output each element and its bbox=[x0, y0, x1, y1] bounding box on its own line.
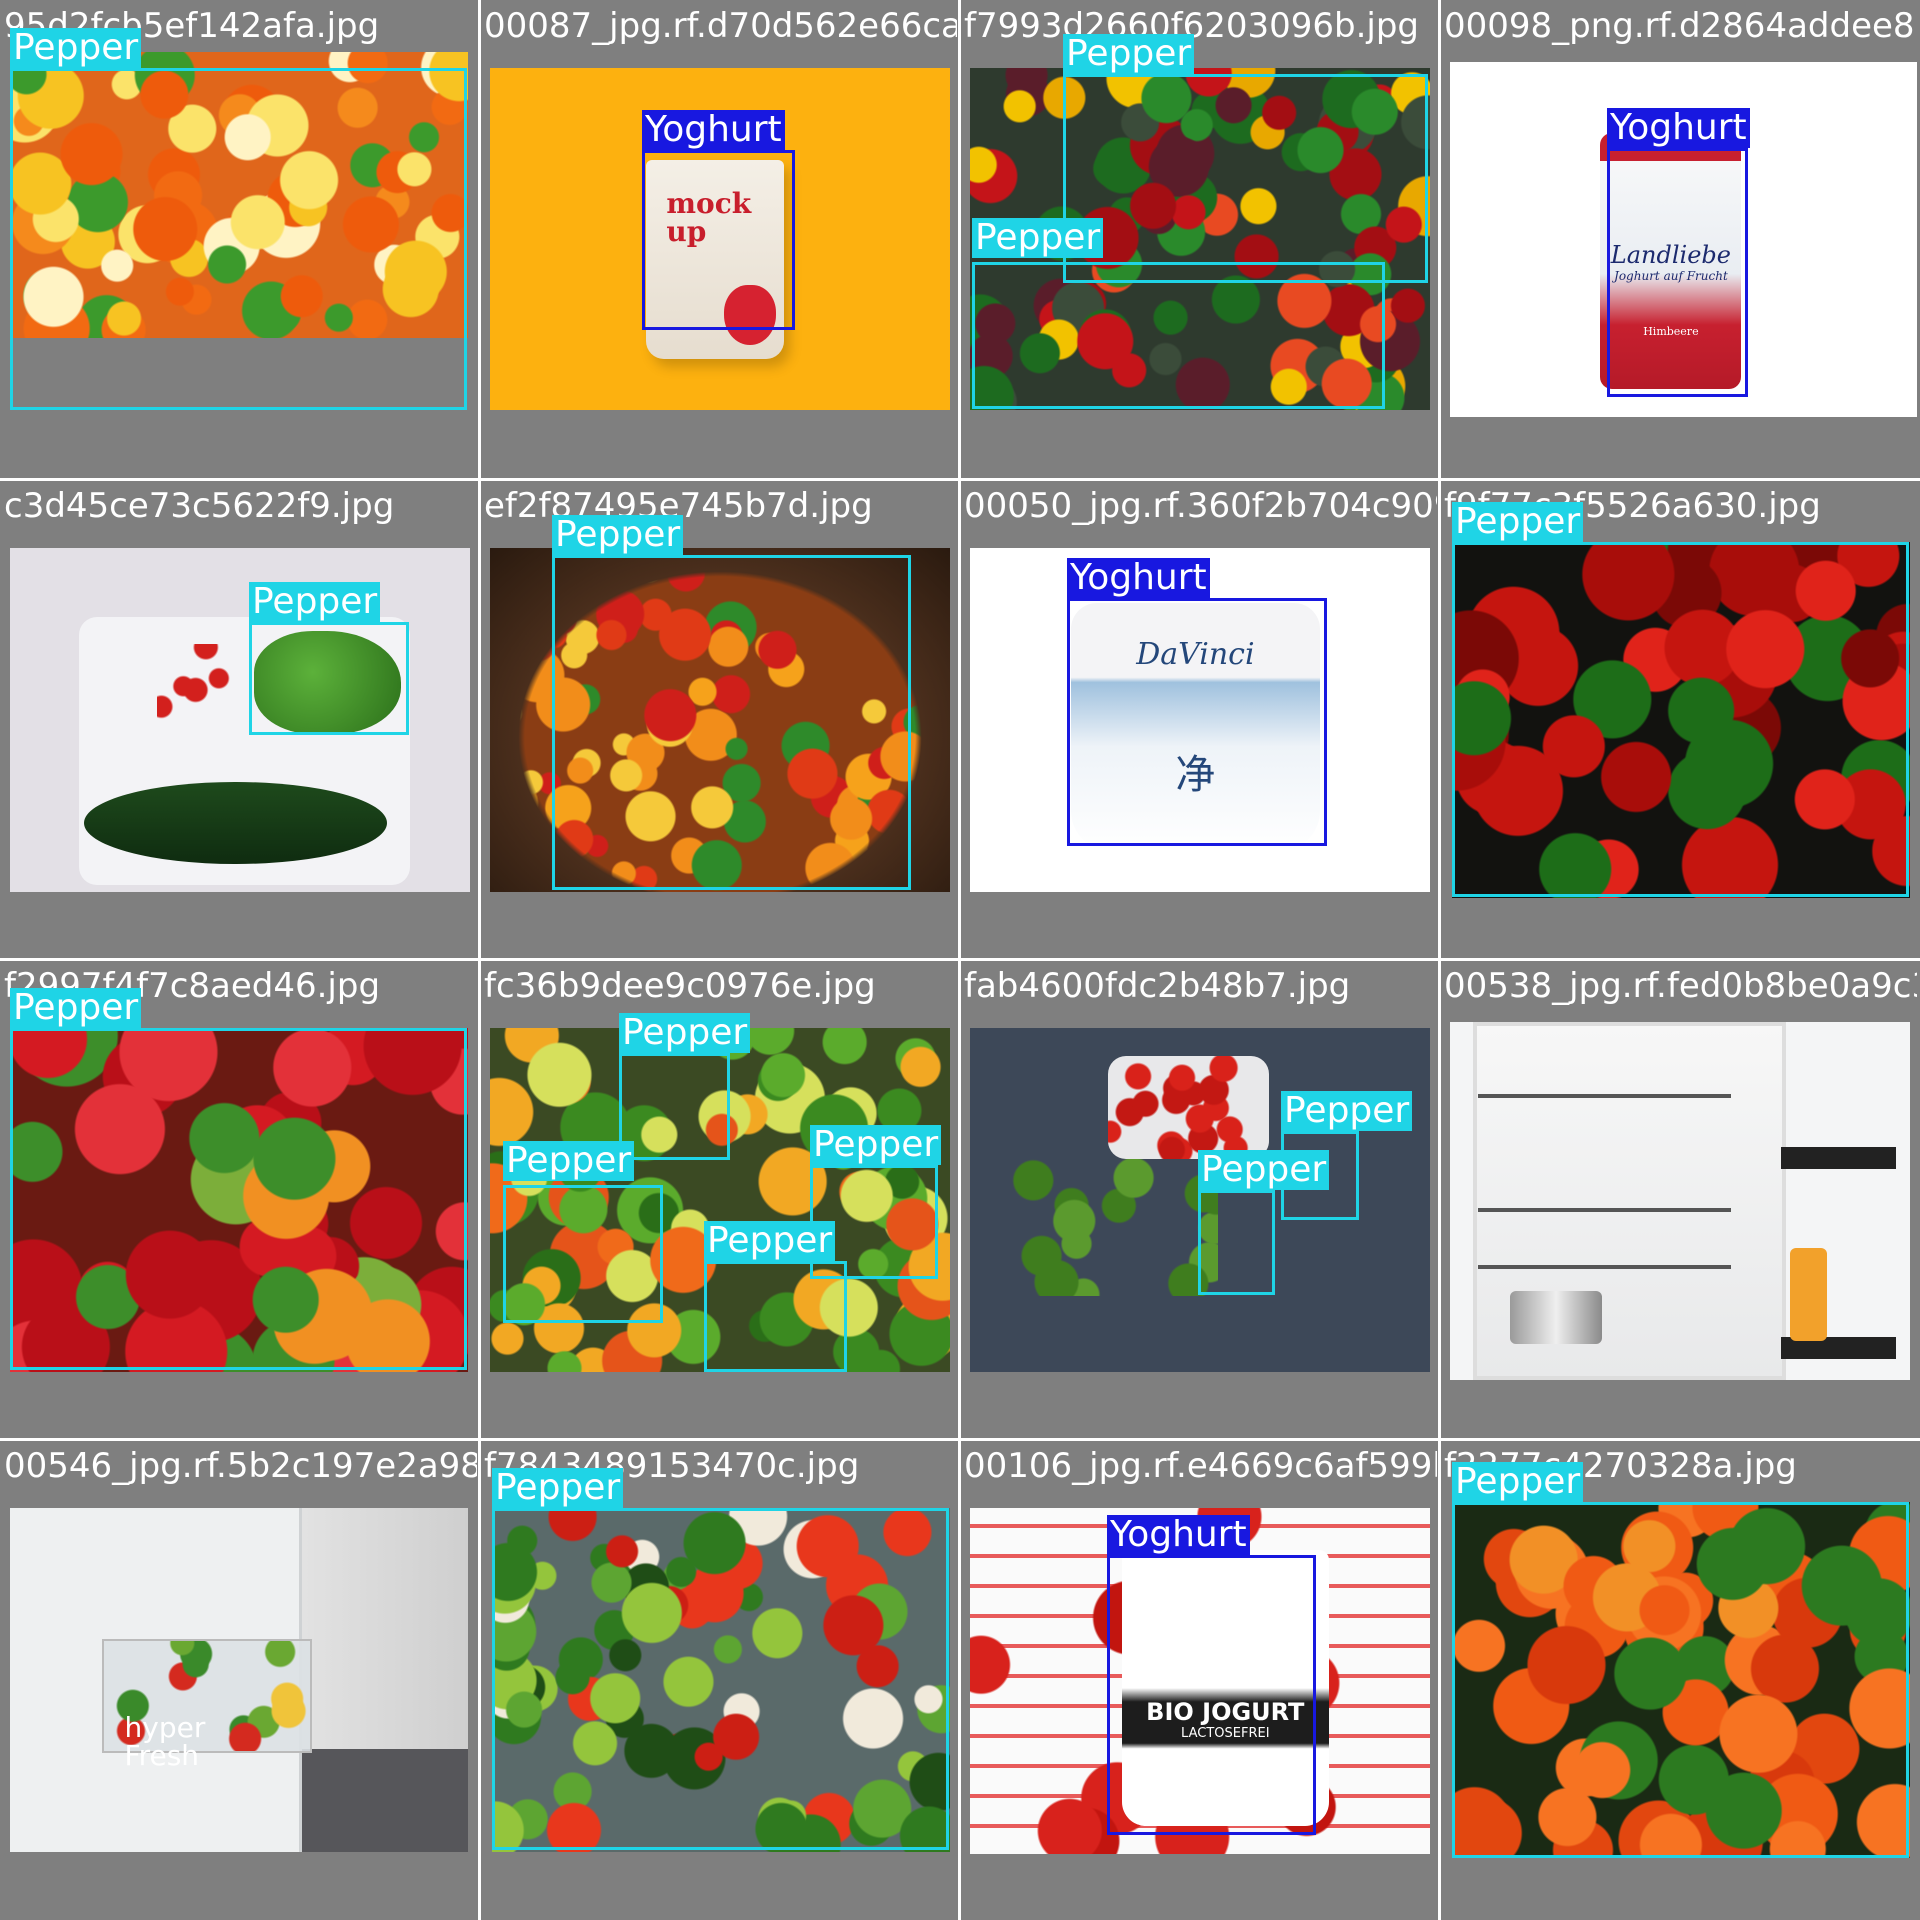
detection-label: Yoghurt bbox=[1607, 108, 1750, 148]
tile-filename: 00087_jpg.rf.d70d562e66ca bbox=[484, 6, 957, 46]
tomatoes bbox=[157, 644, 240, 731]
bounding-box bbox=[503, 1185, 663, 1323]
bounding-box bbox=[1063, 74, 1428, 283]
grid-divider bbox=[0, 958, 1920, 961]
detection-label: Pepper bbox=[1063, 34, 1195, 74]
detection-label: Pepper bbox=[492, 1468, 624, 1508]
mosaic-tile: f2277c4270328a.jpg Pepper bbox=[1440, 1440, 1917, 1917]
tile-filename: c3d45ce73c5622f9.jpg bbox=[4, 486, 395, 526]
grid-divider bbox=[0, 478, 1920, 481]
bounding-box bbox=[619, 1053, 730, 1160]
tile-photo: hyper Fresh bbox=[10, 1508, 468, 1852]
detection-label: Pepper bbox=[619, 1013, 751, 1053]
shelf bbox=[1477, 1208, 1731, 1213]
detection-label: Pepper bbox=[1452, 1462, 1584, 1502]
mosaic-tile: fc36b9dee9c0976e.jpg Pepper Pepper Pepper Pe… bbox=[480, 960, 957, 1437]
tile-filename: 00538_jpg.rf.fed0b8be0a9c3 bbox=[1444, 966, 1917, 1006]
bounding-box bbox=[1452, 542, 1909, 897]
bounding-box bbox=[552, 555, 911, 890]
drawer-text: hyper Fresh bbox=[124, 1711, 206, 1773]
mosaic-tile: Landliebe Joghurt auf Frucht Himbeere 000… bbox=[1440, 0, 1917, 477]
detection-label: Pepper bbox=[1452, 502, 1584, 542]
green-chilis bbox=[988, 1158, 1219, 1297]
mosaic-tile: mock up 00087_jpg.rf.d70d562e66ca Yoghurt bbox=[480, 0, 957, 477]
bounding-box bbox=[10, 68, 467, 410]
mosaic-tile: c3d45ce73c5622f9.jpg Pepper bbox=[0, 480, 477, 957]
pot bbox=[1509, 1290, 1602, 1345]
mosaic-tile: BIO JOGURT LACTOSEFREI 00106_jpg.rf.e4669… bbox=[960, 1440, 1437, 1917]
tile-filename: 00050_jpg.rf.360f2b704c909 bbox=[964, 486, 1437, 526]
bounding-box bbox=[972, 262, 1385, 409]
mosaic-tile: 95d2fcb5ef142afa.jpg Pepper bbox=[0, 0, 477, 477]
tile-filename: 00098_png.rf.d2864addee87 bbox=[1444, 6, 1917, 46]
detection-label: Pepper bbox=[552, 515, 684, 555]
mosaic-tile: ef2f87495e745b7d.jpg Pepper bbox=[480, 480, 957, 957]
bounding-box bbox=[704, 1261, 847, 1372]
tile-filename: fc36b9dee9c0976e.jpg bbox=[484, 966, 876, 1006]
cucumber bbox=[83, 781, 388, 865]
mosaic-tile: DaVinci 净 00050_jpg.rf.360f2b704c909 Yoghu… bbox=[960, 480, 1437, 957]
tile-photo bbox=[1450, 1022, 1910, 1380]
tomato-bowl bbox=[1108, 1055, 1269, 1159]
door-shelf bbox=[1781, 1147, 1897, 1169]
mosaic-tile: f2997f4f7c8aed46.jpg Pepper bbox=[0, 960, 477, 1437]
detection-label: Yoghurt bbox=[642, 110, 785, 150]
bounding-box bbox=[1607, 148, 1748, 397]
detection-label: Pepper bbox=[810, 1125, 942, 1165]
bounding-box bbox=[10, 1028, 467, 1370]
bounding-box bbox=[492, 1508, 949, 1850]
mosaic-grid: 95d2fcb5ef142afa.jpg Pepper mock up 00087… bbox=[0, 0, 1920, 1920]
detection-label: Pepper bbox=[249, 582, 381, 622]
tile-filename: 00106_jpg.rf.e4669c6af599b bbox=[964, 1446, 1437, 1486]
bounding-box bbox=[642, 150, 795, 330]
mosaic-tile: fab4600fdc2b48b7.jpg Pepper Pepper bbox=[960, 960, 1437, 1437]
bounding-box bbox=[249, 622, 409, 735]
detection-label: Pepper bbox=[10, 988, 142, 1028]
detection-label: Pepper bbox=[1281, 1091, 1413, 1131]
shelf bbox=[1477, 1093, 1731, 1098]
detection-label: Pepper bbox=[972, 218, 1104, 258]
juice-bottle bbox=[1790, 1247, 1828, 1341]
detection-label: Pepper bbox=[704, 1221, 836, 1261]
mosaic-tile: 00538_jpg.rf.fed0b8be0a9c3 bbox=[1440, 960, 1917, 1437]
detection-label: Yoghurt bbox=[1107, 1515, 1250, 1555]
mosaic-tile: f7843489153470c.jpg Pepper bbox=[480, 1440, 957, 1917]
bounding-box bbox=[1452, 1502, 1909, 1858]
detection-label: Yoghurt bbox=[1067, 558, 1210, 598]
bounding-box bbox=[1107, 1555, 1316, 1835]
shelf bbox=[1477, 1265, 1731, 1270]
detection-label: Pepper bbox=[10, 28, 142, 68]
detection-label: Pepper bbox=[1198, 1150, 1330, 1190]
tile-filename: fab4600fdc2b48b7.jpg bbox=[964, 966, 1351, 1006]
tile-filename: 00546_jpg.rf.5b2c197e2a98 bbox=[4, 1446, 477, 1486]
detection-label: Pepper bbox=[503, 1141, 635, 1181]
bounding-box bbox=[1198, 1190, 1275, 1295]
bounding-box bbox=[1067, 598, 1327, 846]
mosaic-tile: f9f77c3f5526a630.jpg Pepper bbox=[1440, 480, 1917, 957]
mosaic-tile: f7993d2660f6203096b.jpg Pepper Pepper bbox=[960, 0, 1437, 477]
mosaic-tile: hyper Fresh 00546_jpg.rf.5b2c197e2a98 bbox=[0, 1440, 477, 1917]
grid-divider bbox=[0, 1438, 1920, 1441]
